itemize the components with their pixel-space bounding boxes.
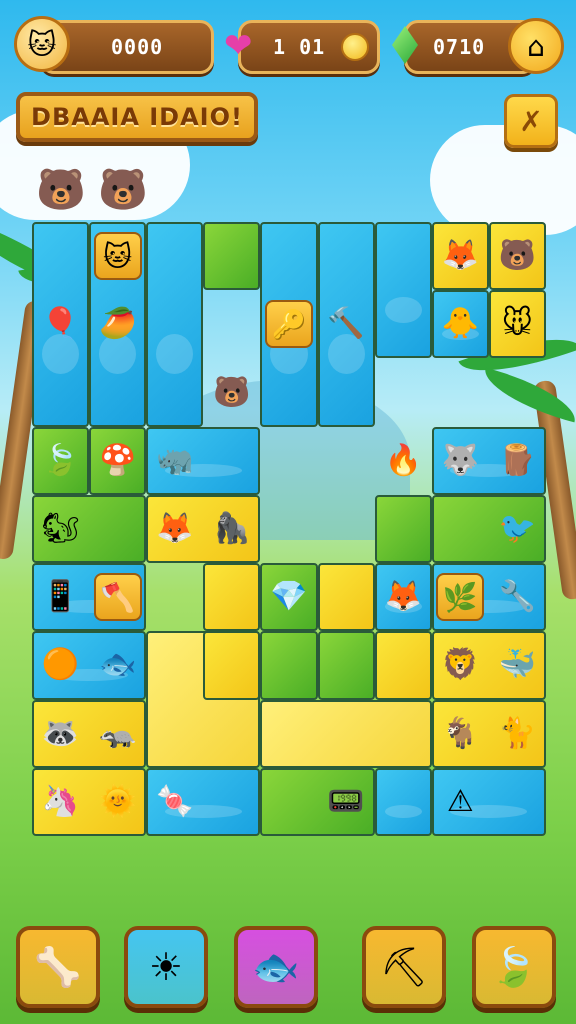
lion-piece[interactable]: 🦁	[436, 643, 484, 687]
unicorn-piece[interactable]: 🦄	[37, 780, 85, 824]
mushroom-piece[interactable]: 🍄	[94, 439, 142, 483]
bear-decor-2: 🐻	[98, 167, 148, 213]
warning-piece[interactable]: ⚠	[436, 780, 484, 824]
puzzle-board: 🐱 🦊 🐻 🎈 🥭 🔑 🔨 🐥 🐭 🐻 🍃 🍄 🦏 🔥 🐺 🪵 🐿 🦊 🦍 🐦 📱 🪓 💎 🦊 🌿 🔧 🟠 🐟 🦁 🐳 🦝 🦡 🐐 🐈 🦄 🌞 🍬 📟 ⚠	[32, 222, 546, 836]
tools-button[interactable]: ✗	[504, 94, 558, 148]
sun-monster-piece[interactable]: 🌞	[94, 780, 142, 824]
board-tile	[146, 222, 204, 427]
board-tile	[374, 631, 432, 700]
remote-piece[interactable]: 📟	[322, 780, 370, 824]
sprout-piece[interactable]: 🌿	[436, 573, 485, 622]
mouse-piece[interactable]: 🐭	[493, 302, 541, 346]
fish-piece[interactable]: 🐟	[94, 643, 142, 687]
bird-piece[interactable]: 🐦	[493, 507, 541, 551]
powerup-fish-icon: 🐟	[252, 944, 300, 989]
tile-wave	[384, 805, 422, 818]
powerup-leaf-button[interactable]: 🍃	[472, 926, 556, 1008]
tile-wave	[384, 296, 422, 324]
home-icon[interactable]: ⌂	[508, 18, 564, 74]
tool-piece[interactable]: 🔧	[493, 575, 541, 619]
cat-face-icon[interactable]: 🐱	[14, 16, 70, 72]
green-block-piece[interactable]	[208, 234, 256, 278]
lives-panel: 1 01	[238, 20, 380, 74]
board-tile	[260, 699, 432, 768]
goat-piece[interactable]: 🐐	[436, 712, 484, 756]
bear-piece-black[interactable]: 🐻	[208, 371, 256, 415]
gems-value: 0710	[433, 35, 486, 59]
chick-piece[interactable]: 🐥	[436, 302, 484, 346]
board-tile	[317, 563, 375, 632]
whale-piece[interactable]: 🐳	[493, 643, 541, 687]
fox-piece-2[interactable]: 🦊	[151, 507, 199, 551]
leaf-piece[interactable]: 🍃	[37, 439, 85, 483]
heart-icon: ❤	[224, 26, 253, 66]
board-tile	[203, 563, 261, 632]
bear-decor-1: 🐻	[36, 167, 86, 213]
flame-piece[interactable]: 🔥	[379, 439, 427, 483]
powerup-shovel-button[interactable]: ⛏	[362, 926, 446, 1008]
cat-piece-blue[interactable]: 🐈	[493, 712, 541, 756]
board-tile	[374, 767, 432, 836]
powerup-leaf-icon: 🍃	[490, 944, 538, 989]
board-tile	[374, 222, 432, 359]
axe-piece[interactable]: 🪓	[93, 573, 142, 622]
phone-piece[interactable]: 📱	[37, 575, 85, 619]
level-title: DBAAIA IDAIO!	[31, 103, 243, 131]
tile-wave	[156, 334, 194, 375]
key-piece[interactable]: 🔑	[265, 300, 313, 349]
log-piece[interactable]: 🪵	[493, 439, 541, 483]
board-tile	[203, 631, 261, 700]
powerup-shovel-icon: ⛏	[379, 944, 429, 989]
board-tile	[317, 631, 375, 700]
board-tile	[260, 631, 318, 700]
cat-piece-pink[interactable]: 🐱	[93, 232, 142, 281]
orange-piece[interactable]: 🟠	[37, 643, 85, 687]
fox-piece-3[interactable]: 🦊	[379, 575, 427, 619]
coin-icon	[341, 33, 370, 61]
squirrel-piece[interactable]: 🐿	[37, 507, 85, 551]
powerup-sun-icon: ☀	[148, 945, 184, 989]
balloon-piece[interactable]: 🎈	[37, 302, 85, 346]
hammer-piece[interactable]: 🔨	[322, 302, 370, 346]
level-title-banner: DBAAIA IDAIO!	[16, 92, 258, 142]
score-value: 0000	[111, 35, 164, 59]
powerup-bone-button[interactable]: 🦴	[16, 926, 100, 1008]
game-screen: 0000 🐱 1 01 ❤ 0710 ⌂ DBAAIA IDAIO! ✗ 🐱 🦊 🐻…	[0, 0, 576, 1024]
gorilla-piece[interactable]: 🦍	[208, 507, 256, 551]
badger-piece[interactable]: 🦡	[94, 712, 142, 756]
powerup-sun-button[interactable]: ☀	[124, 926, 208, 1008]
powerup-bone-icon: 🦴	[34, 944, 82, 989]
candy-piece[interactable]: 🍬	[151, 780, 199, 824]
rhino-piece[interactable]: 🦏	[151, 439, 199, 483]
bear-piece-orange[interactable]: 🐻	[493, 234, 541, 278]
raccoon-piece[interactable]: 🦝	[37, 712, 85, 756]
wolf-piece[interactable]: 🐺	[436, 439, 484, 483]
fox-piece[interactable]: 🦊	[436, 234, 484, 278]
board-tile	[374, 494, 432, 564]
mango-piece[interactable]: 🥭	[94, 302, 142, 346]
lives-value: 1 01	[273, 35, 326, 59]
crystal-piece[interactable]: 💎	[265, 575, 313, 619]
powerup-fish-button[interactable]: 🐟	[234, 926, 318, 1008]
